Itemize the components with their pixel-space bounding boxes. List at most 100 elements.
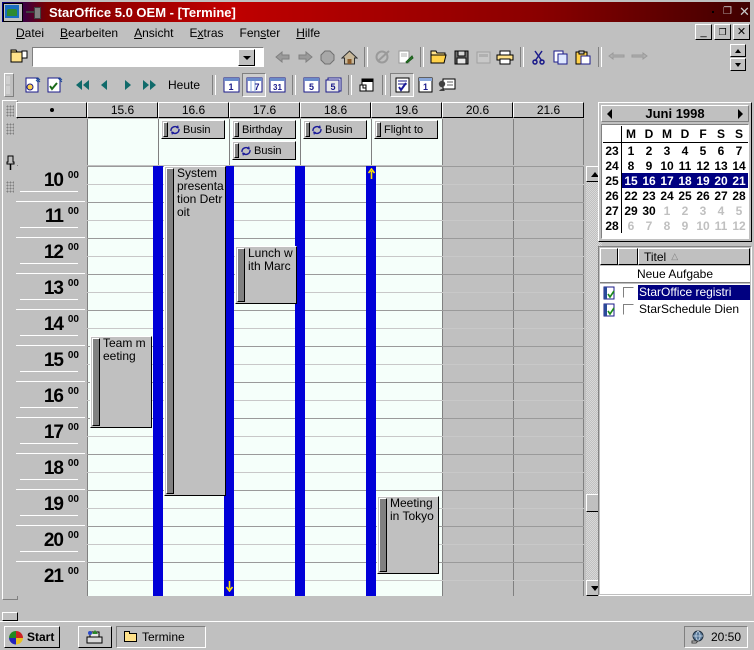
bell-icon[interactable] [5,153,16,175]
day-header-20-6[interactable]: 20.6 [442,102,513,118]
menu-fenster[interactable]: Fenster [232,25,289,41]
week-number[interactable]: 25 [603,173,622,188]
allday-event[interactable]: Busin [303,120,367,139]
menu-datei[interactable]: DDateiatei [8,25,52,41]
save-as-icon[interactable] [472,46,494,68]
edit-file-icon[interactable] [394,46,416,68]
mini-calendar-week-row[interactable]: 26 22 23 24 25 26 27 28 [603,188,748,203]
new-task-icon[interactable] [44,74,66,96]
undo-icon[interactable] [606,46,628,68]
new-appointment-icon[interactable] [22,74,44,96]
skip-back-icon[interactable] [72,74,94,96]
mini-calendar-day[interactable]: 2 [676,203,694,218]
mini-calendar-day[interactable]: 1 [622,143,641,159]
mini-calendar-day[interactable]: 28 [730,188,748,203]
mini-calendar-week-row[interactable]: 28 6 7 8 9 10 11 12 [603,218,748,233]
system-tray[interactable]: 20:50 [683,626,748,648]
print-icon[interactable] [494,46,516,68]
mini-calendar-day[interactable]: 29 [622,203,641,218]
appointment-team-meeting[interactable]: Team meeting [90,336,152,428]
day-header-18-6[interactable]: 18.6 [300,102,371,118]
mini-calendar-day[interactable]: 5 [694,143,712,159]
allday-col-16-6[interactable]: Busin [158,119,229,165]
mini-calendar-day[interactable]: 11 [712,218,730,233]
allday-col-20-6[interactable] [442,119,513,165]
app-restore-button[interactable]: ❐ [720,4,735,19]
grid-col-17-6[interactable] [229,166,300,596]
day-header-19-6[interactable]: 19.6 [371,102,442,118]
skip-forward-icon[interactable] [138,74,160,96]
mini-calendar-day[interactable]: 5 [730,203,748,218]
allday-col-19-6[interactable]: Flight to [371,119,442,165]
allday-event[interactable]: Flight to [374,120,438,139]
scissors-icon[interactable] [528,46,550,68]
week-number[interactable]: 24 [603,158,622,173]
task-checkbox-wrapper[interactable] [618,284,638,301]
mini-calendar-day[interactable]: 21 [730,173,748,188]
day-header-21-6[interactable]: 21.6 [513,102,584,118]
week-number[interactable]: 27 [603,203,622,218]
prev-icon[interactable] [94,74,116,96]
mini-calendar-day[interactable]: 17 [658,173,676,188]
allday-event[interactable]: Busin [161,120,225,139]
mini-calendar-day[interactable]: 6 [712,143,730,159]
forward-arrow-icon[interactable] [294,46,316,68]
mini-calendar-day[interactable]: 3 [658,143,676,159]
properties-icon[interactable] [356,74,378,96]
mini-calendar-day[interactable]: 8 [622,158,641,173]
back-arrow-icon[interactable] [272,46,294,68]
window-title-bar[interactable]: StarOffice 5.0 OEM - [Termine] [2,2,750,22]
view-month-button[interactable]: 31 [266,74,288,96]
menu-ansicht[interactable]: Ansicht [126,25,181,41]
url-input[interactable] [33,50,238,64]
home-icon[interactable] [338,46,360,68]
mini-calendar-day[interactable]: 10 [658,158,676,173]
mdi-close-button[interactable]: ✕ [733,24,750,40]
day-header-17-6[interactable]: 17.6 [229,102,300,118]
task-col-check-header[interactable] [618,248,638,265]
view-day-button[interactable]: 1 [220,74,242,96]
week-number[interactable]: 26 [603,188,622,203]
mini-calendar-day[interactable]: 3 [694,203,712,218]
grid-col-18-6[interactable] [300,166,371,596]
pin-icon[interactable] [25,4,41,20]
redo-icon[interactable] [628,46,650,68]
day-header-15-6[interactable]: 15.6 [87,102,158,118]
mini-calendar-week-row[interactable]: 23 1 2 3 4 5 6 7 [603,142,748,159]
mini-calendar-day[interactable]: 16 [640,173,658,188]
mini-calendar-day[interactable]: 11 [676,158,694,173]
url-field-container[interactable] [32,47,264,67]
save-icon[interactable] [450,46,472,68]
mini-calendar-day[interactable]: 2 [640,143,658,159]
spin-up-icon[interactable] [730,44,746,57]
appointment-system-presentation[interactable]: System presentation Detroit [164,166,226,496]
spin-down-icon[interactable] [730,58,746,71]
multiday-bar-16-6[interactable] [153,166,163,596]
mini-calendar-day[interactable]: 9 [640,158,658,173]
week-number[interactable]: 23 [603,142,622,158]
day-header-16-6[interactable]: 16.6 [158,102,229,118]
mini-calendar-day[interactable]: 7 [640,218,658,233]
new-task-row[interactable]: Neue Aufgabe [600,266,750,283]
grid-col-20-6[interactable] [442,166,513,596]
mini-calendar-day[interactable]: 9 [676,218,694,233]
appointment-meeting-in-tokyo[interactable]: Meeting in Tokyo [377,496,439,574]
mini-calendar-day[interactable]: 22 [622,188,641,203]
start-button[interactable]: Start [4,626,61,648]
header-corner-cell[interactable] [16,102,87,118]
view-workweek-button[interactable]: 5 [300,74,322,96]
toolbar-grip[interactable] [4,73,14,97]
allday-col-21-6[interactable] [513,119,584,165]
taskbar-app-termine[interactable]: Termine [116,626,206,648]
taskbar-app-printer[interactable] [78,626,112,648]
reload-icon[interactable] [372,46,394,68]
task-checkbox[interactable] [622,287,634,298]
next-icon[interactable] [116,74,138,96]
task-row[interactable]: StarSchedule Dien [600,301,750,318]
appointment-lunch-with-marc[interactable]: Lunch with Marc [235,246,297,304]
allday-col-17-6[interactable]: Birthday Busin [229,119,300,165]
mini-calendar-day[interactable]: 12 [730,218,748,233]
allday-col-18-6[interactable]: Busin [300,119,371,165]
task-checkbox-wrapper[interactable] [618,301,638,318]
day-view-icon[interactable]: 1 [414,74,436,96]
